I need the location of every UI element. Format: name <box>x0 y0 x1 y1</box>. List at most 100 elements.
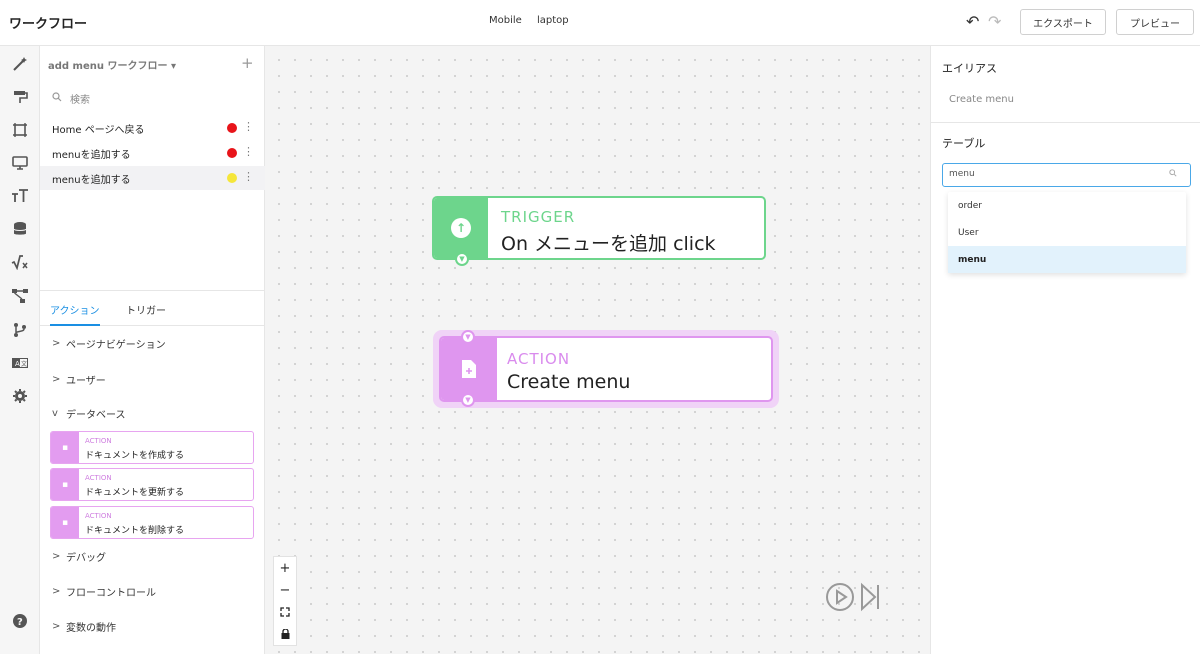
status-dot <box>227 148 237 158</box>
search-icon <box>1169 169 1177 179</box>
connector-handle-bottom[interactable]: ▼ <box>461 393 475 407</box>
app-title: ワークフロー <box>9 17 88 32</box>
divider <box>931 122 1200 123</box>
frame-icon[interactable] <box>10 120 30 140</box>
chevron-right-icon: > <box>52 586 61 597</box>
search-icon <box>52 92 62 105</box>
zoom-in-icon[interactable]: + <box>274 557 296 579</box>
step-forward-icon[interactable] <box>859 582 881 616</box>
more-vertical-icon[interactable]: ⋮ <box>243 145 254 158</box>
magic-wand-icon[interactable] <box>10 54 30 74</box>
action-node-selection: ACTION Create menu ▼ ▼ <box>433 330 779 408</box>
category-database[interactable]: v データベース <box>52 406 126 421</box>
dropdown-option-user[interactable]: User <box>948 219 1186 246</box>
svg-text:文: 文 <box>21 360 27 368</box>
status-dot <box>227 173 237 183</box>
export-button[interactable]: エクスポート <box>1020 9 1106 35</box>
workflow-item-label: menuを追加する <box>52 149 131 161</box>
svg-text:?: ? <box>17 617 23 628</box>
caret-down-icon: ▾ <box>170 61 176 72</box>
search-placeholder: 検索 <box>70 95 90 106</box>
device-tab-mobile[interactable]: Mobile <box>489 15 522 26</box>
document-icon: ▪ <box>51 469 79 500</box>
category-variables[interactable]: > 変数の動作 <box>52 619 116 634</box>
action-node-kind: ACTION <box>507 350 571 368</box>
connector-handle[interactable]: ▼ <box>455 252 469 266</box>
workflow-item[interactable]: Home ページへ戻る ⋮ <box>40 116 265 140</box>
dropdown-option-menu[interactable]: menu <box>948 246 1186 273</box>
document-add-icon <box>441 338 497 400</box>
category-flow-control[interactable]: > フローコントロール <box>52 584 156 599</box>
table-dropdown: order User menu <box>948 192 1186 273</box>
table-title: テーブル <box>942 137 986 150</box>
trigger-node-name: On メニューを追加 click <box>501 233 716 255</box>
more-vertical-icon[interactable]: ⋮ <box>243 170 254 183</box>
inspector-panel: エイリアス Create menu テーブル menu order User m… <box>930 46 1200 654</box>
active-tab-indicator <box>50 324 100 326</box>
workflow-item-label: menuを追加する <box>52 174 131 186</box>
action-node-name: Create menu <box>507 371 631 393</box>
workflow-item-selected[interactable]: menuを追加する ⋮ <box>40 166 265 190</box>
play-circle-icon[interactable] <box>825 582 855 616</box>
action-update-document[interactable]: ▪ ACTION ドキュメントを更新する <box>50 468 254 501</box>
device-tabs: Mobile laptop <box>489 15 581 26</box>
category-debug[interactable]: > デバッグ <box>52 549 106 564</box>
tab-actions[interactable]: アクション <box>50 302 100 317</box>
paint-roller-icon[interactable] <box>10 87 30 107</box>
workflow-icon[interactable] <box>10 286 30 306</box>
preview-button[interactable]: プレビュー <box>1116 9 1194 35</box>
dropdown-option-order[interactable]: order <box>948 192 1186 219</box>
alias-value[interactable]: Create menu <box>949 94 1014 105</box>
action-tabs: アクション トリガー <box>40 290 265 326</box>
add-workflow-icon[interactable]: + <box>241 54 254 72</box>
arrow-up-circle-icon: ↑ <box>451 218 471 238</box>
gear-icon[interactable] <box>10 386 30 406</box>
action-delete-document[interactable]: ▪ ACTION ドキュメントを削除する <box>50 506 254 539</box>
top-bar: ワークフロー Mobile laptop ↶ ↷ エクスポート プレビュー <box>0 0 1200 46</box>
workflow-item[interactable]: menuを追加する ⋮ <box>40 141 265 165</box>
workflow-selector[interactable]: add menu ワークフロー ▾ <box>48 57 176 72</box>
trigger-node[interactable]: ↑ TRIGGER On メニューを追加 click ▼ <box>432 196 766 266</box>
tab-triggers[interactable]: トリガー <box>126 302 166 317</box>
device-tab-laptop[interactable]: laptop <box>537 15 569 26</box>
chevron-right-icon: > <box>52 551 61 562</box>
svg-text:A: A <box>15 360 20 368</box>
icon-rail: A文 ? <box>0 46 40 654</box>
fit-view-icon[interactable] <box>274 601 296 623</box>
zoom-out-icon[interactable]: − <box>274 579 296 601</box>
chevron-right-icon: > <box>52 338 61 349</box>
redo-icon[interactable]: ↷ <box>988 12 1001 31</box>
trigger-node-kind: TRIGGER <box>501 208 576 226</box>
help-icon[interactable]: ? <box>10 611 30 631</box>
action-node[interactable]: ACTION Create menu <box>439 336 773 402</box>
workflow-panel: add menu ワークフロー ▾ + 検索 Home ページへ戻る ⋮ men… <box>40 46 265 654</box>
connector-handle-top[interactable]: ▼ <box>461 330 475 344</box>
document-icon: ▪ <box>51 507 79 538</box>
lock-icon[interactable] <box>274 623 296 645</box>
run-controls <box>825 582 881 616</box>
more-vertical-icon[interactable]: ⋮ <box>243 120 254 133</box>
formula-icon[interactable] <box>10 252 30 272</box>
table-search-input[interactable]: menu <box>942 163 1191 187</box>
alias-title: エイリアス <box>942 62 997 75</box>
undo-icon[interactable]: ↶ <box>966 12 979 31</box>
workflow-item-label: Home ページへ戻る <box>52 124 145 136</box>
chevron-right-icon: > <box>52 374 61 385</box>
status-dot <box>227 123 237 133</box>
action-create-document[interactable]: ▪ ACTION ドキュメントを作成する <box>50 431 254 464</box>
table-search-value: menu <box>949 169 975 179</box>
database-icon[interactable] <box>10 219 30 239</box>
trigger-node-side: ↑ <box>434 198 488 258</box>
workflow-canvas[interactable]: ↑ TRIGGER On メニューを追加 click ▼ ACTION Crea… <box>265 46 930 654</box>
translate-icon[interactable]: A文 <box>10 353 30 373</box>
text-size-icon[interactable] <box>10 186 30 206</box>
monitor-icon[interactable] <box>10 153 30 173</box>
chevron-down-icon: v <box>52 408 58 419</box>
workflow-search[interactable]: 検索 <box>52 91 90 106</box>
category-page-nav[interactable]: > ページナビゲーション <box>52 336 166 351</box>
zoom-controls: + − <box>273 556 297 646</box>
document-icon: ▪ <box>51 432 79 463</box>
chevron-right-icon: > <box>52 621 61 632</box>
branch-icon[interactable] <box>10 320 30 340</box>
category-user[interactable]: > ユーザー <box>52 372 106 387</box>
